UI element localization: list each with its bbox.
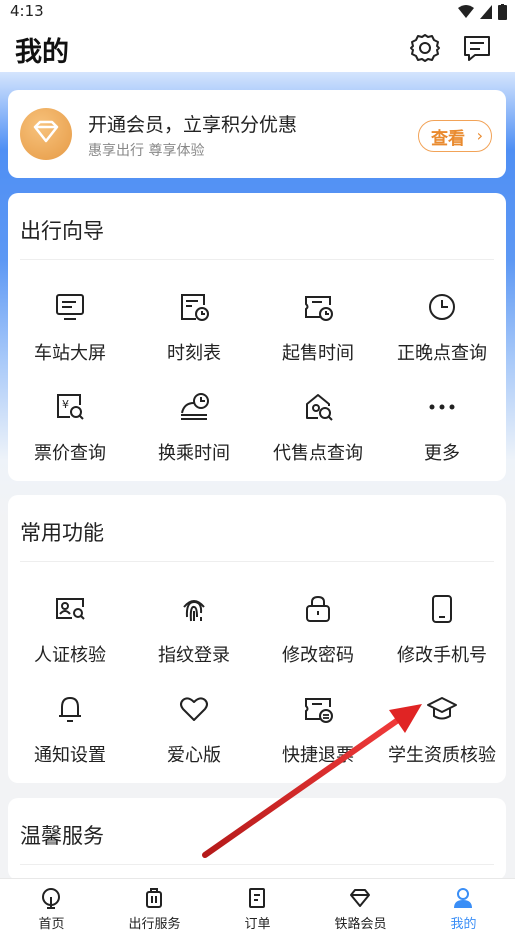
grid-item-agency-search[interactable]: 代售点查询 [256, 385, 380, 473]
grid-item-student-verify[interactable]: 学生资质核验 [380, 687, 504, 775]
common-functions-card: 常用功能 人证核验 指纹登录 修改密码 修改手机号 通知设置 爱心版 快捷退票 … [8, 495, 506, 783]
vip-card[interactable]: 开通会员，立享积分优惠 惠享出行 尊享体验 查看 › [8, 90, 506, 178]
id-verify-icon [56, 598, 85, 620]
grid-label: 学生资质核验 [388, 745, 496, 766]
grid-label: 爱心版 [167, 745, 221, 766]
grid-item-fingerprint[interactable]: 指纹登录 [132, 587, 256, 675]
section-title-travel-guide: 出行向导 [20, 219, 104, 243]
clock-icon [429, 294, 455, 320]
travel-guide-card: 出行向导 车站大屏 时刻表 起售时间 正晚点查询 ¥ 票价查询 换乘时间 代售点… [8, 193, 506, 481]
grid-item-change-phone[interactable]: 修改手机号 [380, 587, 504, 675]
grid-label: 人证核验 [34, 645, 106, 666]
vip-title: 开通会员，立享积分优惠 [88, 114, 298, 136]
grid-item-change-password[interactable]: 修改密码 [256, 587, 380, 675]
agency-search-icon [306, 394, 333, 421]
status-icons [458, 4, 507, 20]
status-time: 4:13 [10, 2, 44, 20]
home-icon [42, 888, 60, 909]
battery-icon [498, 4, 507, 20]
grid-item-notification-settings[interactable]: 通知设置 [8, 687, 132, 775]
fingerprint-icon [183, 600, 205, 622]
grid-item-timetable[interactable]: 时刻表 [132, 285, 256, 373]
order-icon [249, 888, 265, 908]
warm-service-card: 温馨服务 [8, 798, 506, 880]
grid-label: 快捷退票 [282, 745, 354, 766]
header: 我的 [0, 24, 515, 72]
message-icon[interactable] [461, 32, 493, 64]
phone-icon [432, 595, 452, 623]
nav-label: 首页 [38, 917, 65, 932]
status-bar: 4:13 [0, 0, 515, 24]
grid-item-punctuality[interactable]: 正晚点查询 [380, 285, 504, 373]
vip-view-label: 查看 [431, 128, 465, 149]
nav-railway-member[interactable]: 铁路会员 [309, 879, 412, 933]
heart-icon [180, 697, 208, 721]
grid-label: 更多 [424, 443, 460, 464]
diamond-icon [350, 889, 370, 907]
grid-item-care-mode[interactable]: 爱心版 [132, 687, 256, 775]
nav-mine[interactable]: 我的 [412, 879, 515, 933]
diamond-icon [33, 120, 59, 143]
nav-label: 出行服务 [128, 917, 181, 932]
divider [20, 864, 494, 865]
lock-icon [306, 595, 330, 622]
gear-icon[interactable] [409, 32, 441, 64]
nav-orders[interactable]: 订单 [206, 879, 309, 933]
bell-icon [59, 697, 81, 722]
vip-view-button[interactable]: 查看 › [418, 120, 492, 152]
signal-icon [480, 5, 492, 19]
bottom-nav: 首页 出行服务 订单 铁路会员 我的 [0, 878, 515, 933]
nav-label: 我的 [450, 917, 477, 932]
graduation-cap-icon [427, 697, 457, 720]
transfer-time-icon [181, 393, 209, 420]
nav-home[interactable]: 首页 [0, 879, 103, 933]
grid-label: 修改密码 [282, 645, 354, 666]
grid-label: 车站大屏 [34, 343, 106, 364]
grid-label: 通知设置 [34, 745, 106, 766]
wifi-icon [458, 5, 474, 18]
grid-label: 换乘时间 [158, 443, 230, 464]
grid-item-sale-time[interactable]: 起售时间 [256, 285, 380, 373]
page-title: 我的 [15, 37, 69, 68]
vip-badge-icon [20, 108, 72, 160]
grid-label: 起售时间 [282, 343, 354, 364]
divider [20, 561, 494, 562]
grid-label: 正晚点查询 [397, 343, 487, 364]
section-title-common-functions: 常用功能 [20, 521, 104, 545]
grid-label: 票价查询 [34, 443, 106, 464]
fare-search-icon: ¥ [57, 394, 84, 420]
grid-item-fare-search[interactable]: ¥ 票价查询 [8, 385, 132, 473]
person-icon [454, 888, 472, 908]
refund-ticket-icon [305, 698, 333, 723]
grid-label: 时刻表 [167, 343, 221, 364]
divider [20, 259, 494, 260]
timetable-icon [181, 294, 209, 321]
grid-label: 修改手机号 [397, 645, 487, 666]
grid-item-quick-refund[interactable]: 快捷退票 [256, 687, 380, 775]
section-title-warm-service: 温馨服务 [20, 824, 104, 848]
more-icon [429, 404, 455, 410]
luggage-icon [146, 888, 162, 908]
grid-item-more[interactable]: 更多 [380, 385, 504, 473]
grid-label: 代售点查询 [273, 443, 363, 464]
grid-label: 指纹登录 [158, 645, 230, 666]
grid-item-station-screen[interactable]: 车站大屏 [8, 285, 132, 373]
svg-text:¥: ¥ [62, 398, 69, 411]
grid-item-transfer-time[interactable]: 换乘时间 [132, 385, 256, 473]
station-screen-icon [56, 294, 84, 320]
grid-item-id-verify[interactable]: 人证核验 [8, 587, 132, 675]
nav-label: 订单 [244, 917, 271, 932]
vip-subtitle: 惠享出行 尊享体验 [88, 143, 205, 159]
nav-label: 铁路会员 [334, 917, 387, 932]
sale-time-icon [305, 296, 333, 321]
nav-travel-service[interactable]: 出行服务 [103, 879, 206, 933]
chevron-right-icon: › [476, 126, 483, 145]
